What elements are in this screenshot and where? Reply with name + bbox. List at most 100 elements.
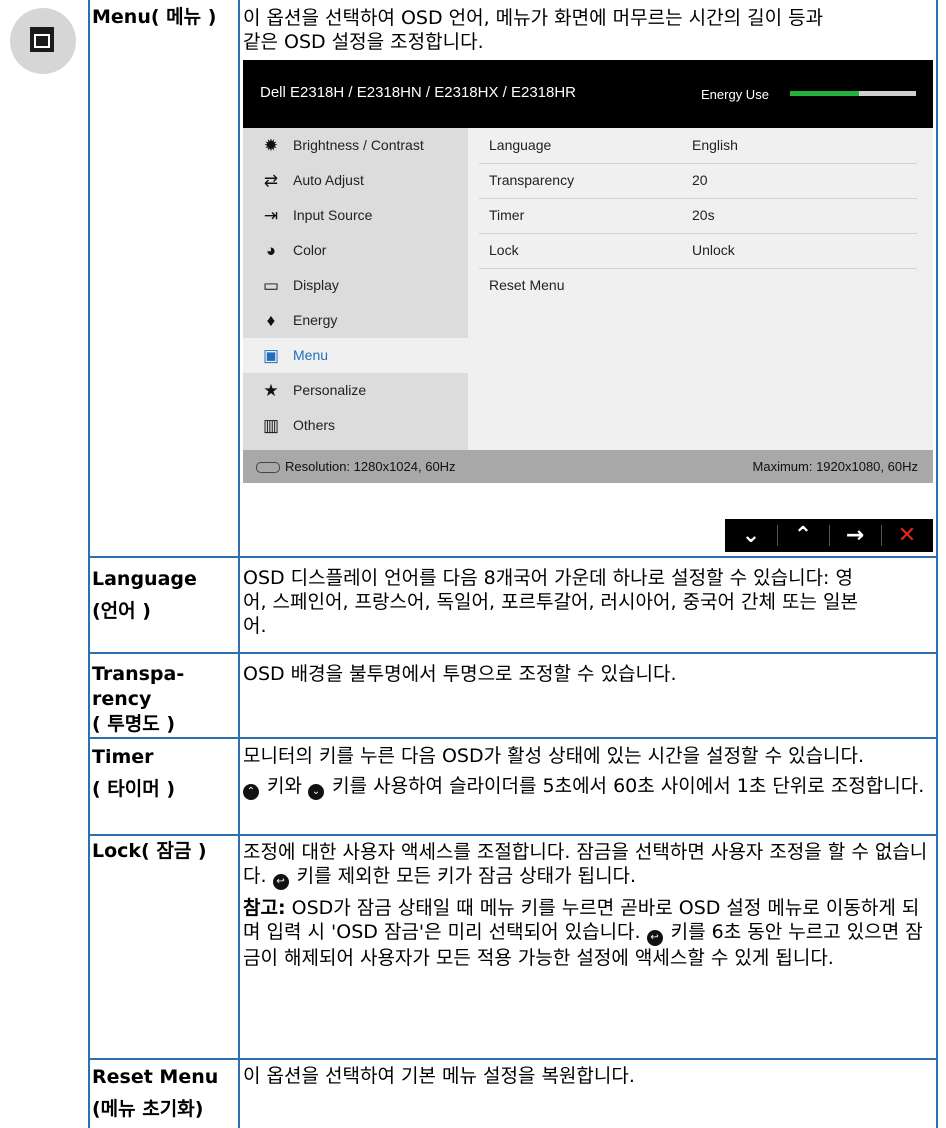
row-divider [88, 556, 938, 558]
reset-menu-description: 이 옵션을 선택하여 기본 메뉴 설정을 복원합니다. [243, 1065, 635, 1087]
lock-note: 참고: OSD가 잠금 상태일 때 메뉴 키를 누르면 곧바로 OSD 설정 메… [243, 896, 933, 970]
setting-name: Timer [489, 207, 525, 223]
osd-footer: ⌄ ⌃ → ✕ [243, 483, 933, 554]
row-divider [88, 652, 938, 654]
sidebar-item-menu[interactable]: ▣ Menu [243, 338, 468, 373]
sidebar-item-label: Menu [293, 347, 329, 363]
setting-value: Unlock [692, 242, 735, 258]
timer-key-desc: 키를 사용하여 슬라이더를 5초에서 60초 사이에서 1초 단위로 조정합니다… [332, 775, 925, 797]
osd-body: ✹ Brightness / Contrast ⇄ Auto Adjust ⇥ … [243, 128, 933, 450]
language-description: OSD 디스플레이 언어를 다음 8개국어 가운데 하나로 설정할 수 있습니다… [243, 567, 858, 637]
table-border-left [88, 0, 90, 1128]
setting-row-reset-menu[interactable]: Reset Menu [479, 268, 917, 303]
input-source-icon: ⇥ [263, 206, 279, 225]
sidebar-item-color[interactable]: ◕ Color [243, 233, 468, 268]
monitor-model: Dell E2318H / E2318HN / E2318HX / E2318H… [260, 84, 577, 101]
setting-name: Lock [489, 242, 519, 258]
timer-label-en: Timer [92, 746, 154, 768]
sidebar-item-others[interactable]: ▥ Others [243, 408, 468, 443]
osd-sidebar: ✹ Brightness / Contrast ⇄ Auto Adjust ⇥ … [243, 128, 468, 450]
energy-use-label: Energy Use [701, 87, 769, 102]
sidebar-item-label: Color [293, 242, 327, 258]
display-icon: ▭ [262, 276, 280, 295]
sidebar-item-brightness-contrast[interactable]: ✹ Brightness / Contrast [243, 128, 468, 163]
note-label: 참고: [243, 897, 286, 919]
timer-text: 모니터의 키를 누른 다음 OSD가 활성 상태에 있는 시간을 설정할 수 있… [243, 745, 865, 767]
setting-value: 20 [692, 172, 708, 188]
close-icon[interactable]: ✕ [881, 519, 933, 552]
timer-key-text: ⌃ 키와 ⌄ 키를 사용하여 슬라이더를 5초에서 60초 사이에서 1초 단위… [243, 774, 933, 800]
table-border-right [936, 0, 938, 1128]
reset-label-ko: (메뉴 초기화) [92, 1098, 204, 1120]
star-icon: ★ [263, 381, 279, 400]
timer-description: 모니터의 키를 누른 다음 OSD가 활성 상태에 있는 시간을 설정할 수 있… [243, 744, 933, 806]
sidebar-item-energy[interactable]: ♦ Energy [243, 303, 468, 338]
row-divider [88, 1058, 938, 1060]
transparency-label-1: Transpa- [92, 663, 185, 685]
energy-use-fill [790, 91, 860, 96]
reset-label-en: Reset Menu [92, 1066, 219, 1088]
row-divider [88, 737, 938, 739]
vga-connector-icon [256, 462, 280, 473]
lock-label: Lock( 잠금 ) [92, 840, 207, 862]
transparency-label: Transpa- rency ( 투명도 ) [92, 662, 184, 737]
down-key-icon: ⌄ [308, 784, 325, 800]
current-resolution: Resolution: 1280x1024, 60Hz [285, 459, 456, 474]
lock-text: 조정에 대한 사용자 액세스를 조절합니다. 잠금을 선택하면 사용자 조정을 … [243, 840, 933, 890]
table-border-mid [238, 0, 240, 1128]
brightness-icon: ✹ [263, 136, 279, 155]
setting-name: Language [489, 137, 552, 153]
language-label-en: Language [92, 568, 197, 590]
maximum-resolution: Maximum: 1920x1080, 60Hz [752, 459, 918, 474]
osd-menu-panel: Dell E2318H / E2318HN / E2318HX / E2318H… [243, 60, 933, 554]
sidebar-item-auto-adjust[interactable]: ⇄ Auto Adjust [243, 163, 468, 198]
down-arrow-icon[interactable]: ⌄ [725, 519, 777, 552]
setting-row-language[interactable]: Language English [479, 128, 917, 164]
energy-icon: ♦ [266, 311, 276, 330]
osd-nav-buttons: ⌄ ⌃ → ✕ [725, 519, 933, 552]
icon-column [0, 0, 88, 1128]
reset-menu-label: Reset Menu (메뉴 초기화) [92, 1064, 218, 1122]
setting-row-lock[interactable]: Lock Unlock [479, 233, 917, 269]
others-icon: ▥ [262, 416, 280, 435]
menu-label: Menu( 메뉴 ) [92, 6, 217, 28]
lock-description: 조정에 대한 사용자 액세스를 조절합니다. 잠금을 선택하면 사용자 조정을 … [243, 840, 933, 976]
setting-row-timer[interactable]: Timer 20s [479, 198, 917, 234]
row-divider [88, 834, 938, 836]
osd-header: Dell E2318H / E2318HN / E2318HX / E2318H… [243, 60, 933, 128]
energy-use-bar [790, 91, 916, 96]
sidebar-item-personalize[interactable]: ★ Personalize [243, 373, 468, 408]
timer-key-and: 키와 [267, 775, 303, 797]
sidebar-item-label: Brightness / Contrast [293, 137, 424, 153]
language-label: Language (언어 ) [92, 566, 197, 624]
transparency-label-2: rency [92, 688, 152, 710]
right-arrow-icon[interactable]: → [829, 519, 881, 552]
sidebar-item-display[interactable]: ▭ Display [243, 268, 468, 303]
lock-text-b: 키를 제외한 모든 키가 잠금 상태가 됩니다. [296, 865, 637, 887]
sidebar-item-label: Display [293, 277, 339, 293]
setting-name: Transparency [489, 172, 575, 188]
osd-status-bar: Resolution: 1280x1024, 60Hz Maximum: 192… [243, 450, 933, 483]
timer-label: Timer ( 타이머 ) [92, 744, 175, 802]
setting-name: Reset Menu [489, 277, 565, 293]
color-icon: ◕ [265, 241, 277, 260]
up-key-icon: ⌃ [243, 784, 259, 800]
sidebar-item-label: Personalize [293, 382, 367, 398]
transparency-description: OSD 배경을 불투명에서 투명으로 조정할 수 있습니다. [243, 663, 677, 685]
sidebar-item-input-source[interactable]: ⇥ Input Source [243, 198, 468, 233]
sidebar-item-label: Energy [293, 312, 338, 328]
setting-row-transparency[interactable]: Transparency 20 [479, 163, 917, 199]
language-label-ko: (언어 ) [92, 600, 151, 622]
transparency-label-3: ( 투명도 ) [92, 713, 176, 735]
sidebar-item-label: Others [293, 417, 336, 433]
menu-icon: ▣ [262, 346, 280, 365]
exit-key-icon: ↩ [272, 874, 289, 890]
setting-value: 20s [692, 207, 715, 223]
menu-description: 이 옵션을 선택하여 OSD 언어, 메뉴가 화면에 머무르는 시간의 길이 등… [243, 7, 824, 53]
setting-value: English [692, 137, 738, 153]
exit-key-icon: ↩ [646, 930, 663, 946]
auto-adjust-icon: ⇄ [263, 171, 279, 190]
sidebar-item-label: Input Source [293, 207, 373, 223]
up-arrow-icon[interactable]: ⌃ [777, 519, 829, 552]
menu-section-icon [10, 8, 76, 74]
